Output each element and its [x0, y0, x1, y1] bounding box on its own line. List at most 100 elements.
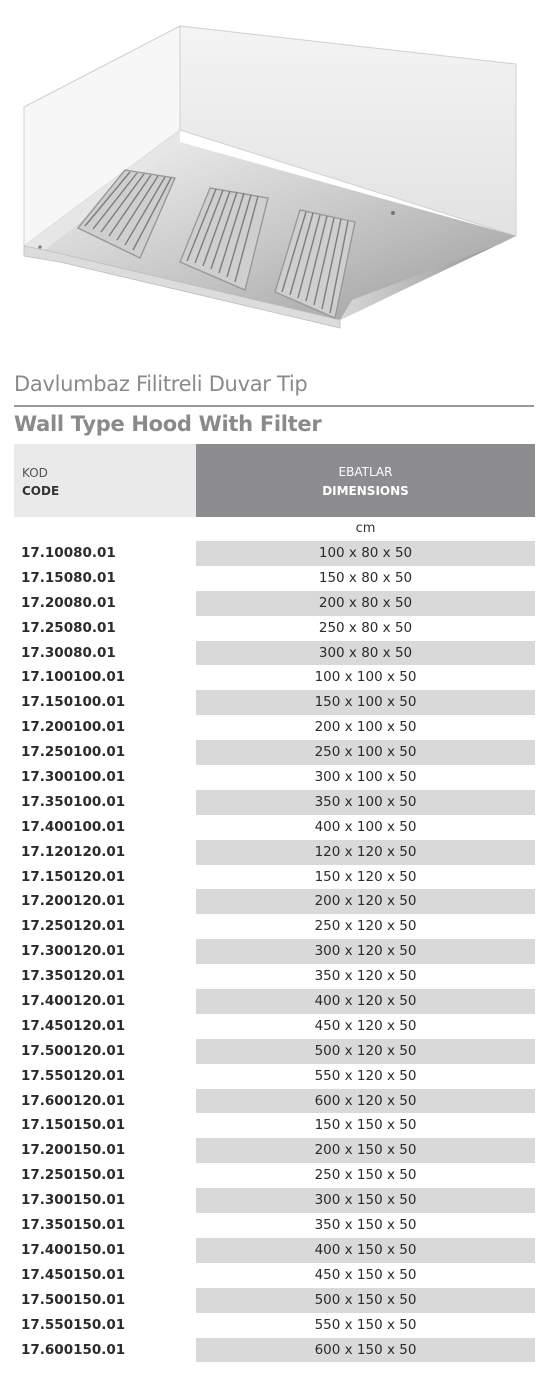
table-row: 17.300120.01 300 x 120 x 50 — [14, 939, 535, 965]
product-code: 17.250150.01 — [21, 1167, 126, 1184]
table-header: KOD CODE EBATLAR DIMENSIONS — [14, 444, 535, 517]
product-code: 17.500150.01 — [21, 1291, 126, 1308]
table-row: 17.250100.01 250 x 100 x 50 — [14, 740, 535, 766]
product-dimensions: 250 x 80 x 50 — [318, 619, 413, 636]
table-row: 17.15080.01 150 x 80 x 50 — [14, 566, 535, 591]
product-dimensions: 150 x 120 x 50 — [314, 868, 417, 885]
unit-label: cm — [355, 521, 376, 536]
product-dimensions: 120 x 120 x 50 — [196, 839, 535, 865]
product-code: 17.350100.01 — [21, 793, 126, 810]
product-code: 17.10080.01 — [21, 545, 116, 561]
product-code: 17.150120.01 — [21, 868, 126, 885]
product-dimensions: 200 x 100 x 50 — [314, 719, 417, 736]
product-dimensions: 350 x 100 x 50 — [196, 789, 535, 815]
product-code: 17.500120.01 — [21, 1042, 126, 1059]
product-code: 17.200120.01 — [21, 893, 126, 910]
product-code: 17.600120.01 — [21, 1092, 126, 1109]
product-dimensions: 600 x 120 x 50 — [196, 1088, 535, 1114]
product-dimensions: 300 x 80 x 50 — [196, 640, 535, 666]
product-dimensions: 600 x 150 x 50 — [196, 1337, 535, 1363]
table-row: 17.350150.01 350 x 150 x 50 — [14, 1213, 535, 1238]
table-row: 17.550150.01 550 x 150 x 50 — [14, 1313, 535, 1338]
hood-product-image — [23, 25, 517, 329]
header-dimensions-cell: EBATLAR DIMENSIONS — [196, 444, 535, 517]
table-row: 17.600120.01 600 x 120 x 50 — [14, 1088, 535, 1114]
product-code: 17.300150.01 — [21, 1192, 126, 1209]
product-dimensions: 100 x 80 x 50 — [196, 541, 535, 566]
table-row: 17.120120.01 120 x 120 x 50 — [14, 839, 535, 865]
table-row: 17.450120.01 450 x 120 x 50 — [14, 1014, 535, 1039]
product-dimensions: 150 x 80 x 50 — [318, 569, 413, 586]
product-dimensions: 500 x 150 x 50 — [196, 1287, 535, 1313]
product-code: 17.120120.01 — [21, 843, 126, 860]
product-dimensions: 150 x 150 x 50 — [314, 1117, 417, 1134]
product-dimensions: 300 x 150 x 50 — [196, 1188, 535, 1214]
table-row: 17.250150.01 250 x 150 x 50 — [14, 1163, 535, 1188]
product-code: 17.200150.01 — [21, 1142, 126, 1159]
table-row: 17.150120.01 150 x 120 x 50 — [14, 865, 535, 890]
header-code-en: CODE — [22, 484, 60, 498]
product-dimensions: 400 x 100 x 50 — [314, 818, 417, 835]
product-code: 17.100100.01 — [21, 669, 126, 686]
product-dimensions: 500 x 120 x 50 — [196, 1038, 535, 1064]
title-english: Wall Type Hood With Filter — [14, 412, 322, 436]
product-dimensions: 450 x 150 x 50 — [314, 1266, 417, 1283]
title-turkish: Davlumbaz Filitreli Duvar Tip — [14, 372, 308, 396]
table-row: 17.500150.01 500 x 150 x 50 — [14, 1287, 535, 1313]
product-dimensions: 250 x 100 x 50 — [196, 740, 535, 766]
product-code: 17.200100.01 — [21, 719, 126, 736]
table-row: 17.100100.01 100 x 100 x 50 — [14, 665, 535, 690]
product-code: 17.350120.01 — [21, 968, 126, 985]
table-row: 17.200150.01 200 x 150 x 50 — [14, 1138, 535, 1164]
product-code: 17.250120.01 — [21, 918, 126, 935]
product-code: 17.150150.01 — [21, 1117, 126, 1134]
product-dimensions: 200 x 80 x 50 — [196, 590, 535, 616]
table-row: 17.500120.01 500 x 120 x 50 — [14, 1038, 535, 1064]
header-code-tr: KOD — [22, 466, 48, 480]
product-dimensions: 300 x 120 x 50 — [196, 939, 535, 965]
table-row: 17.350100.01 350 x 100 x 50 — [14, 789, 535, 815]
table-row: 17.30080.01 300 x 80 x 50 — [14, 640, 535, 666]
product-code: 17.150100.01 — [21, 694, 126, 711]
product-dimensions: 350 x 150 x 50 — [314, 1217, 417, 1234]
product-code: 17.25080.01 — [21, 619, 116, 636]
product-code: 17.400150.01 — [21, 1241, 126, 1258]
table-row: 17.200100.01 200 x 100 x 50 — [14, 715, 535, 740]
product-dimensions: 100 x 100 x 50 — [314, 669, 417, 686]
product-code: 17.250100.01 — [21, 744, 126, 761]
product-dimensions: 550 x 150 x 50 — [314, 1316, 417, 1333]
table-row: 17.550120.01 550 x 120 x 50 — [14, 1064, 535, 1089]
product-dimensions: 200 x 150 x 50 — [196, 1138, 535, 1164]
product-code: 17.300100.01 — [21, 769, 126, 786]
table-row: 17.10080.01 100 x 80 x 50 — [14, 541, 535, 566]
table-row: 17.150150.01 150 x 150 x 50 — [14, 1113, 535, 1138]
product-dimensions: 250 x 120 x 50 — [314, 918, 417, 935]
product-code: 17.550150.01 — [21, 1316, 126, 1333]
header-dimensions-en: DIMENSIONS — [322, 484, 409, 498]
table-row: 17.200120.01 200 x 120 x 50 — [14, 889, 535, 915]
table-row: 17.600150.01 600 x 150 x 50 — [14, 1337, 535, 1363]
dimensions-table: KOD CODE EBATLAR DIMENSIONS cm 17.10080.… — [14, 444, 535, 1363]
product-dimensions: 350 x 120 x 50 — [314, 968, 417, 985]
product-dimensions: 400 x 120 x 50 — [196, 989, 535, 1014]
product-dimensions: 400 x 150 x 50 — [196, 1237, 535, 1263]
unit-row: cm — [14, 517, 535, 541]
header-code-cell: KOD CODE — [14, 444, 196, 517]
product-code: 17.450150.01 — [21, 1266, 126, 1283]
table-row: 17.150100.01 150 x 100 x 50 — [14, 690, 535, 716]
product-dimensions: 300 x 100 x 50 — [314, 769, 417, 786]
product-code: 17.30080.01 — [21, 644, 116, 661]
table-row: 17.450150.01 450 x 150 x 50 — [14, 1263, 535, 1288]
table-row: 17.250120.01 250 x 120 x 50 — [14, 914, 535, 939]
product-code: 17.300120.01 — [21, 943, 126, 960]
product-dimensions: 200 x 120 x 50 — [196, 889, 535, 915]
table-row: 17.350120.01 350 x 120 x 50 — [14, 964, 535, 989]
title-divider — [14, 405, 534, 407]
table-row: 17.400100.01 400 x 100 x 50 — [14, 815, 535, 840]
product-dimensions: 550 x 120 x 50 — [314, 1067, 417, 1084]
product-dimensions: 250 x 150 x 50 — [314, 1167, 417, 1184]
table-row: 17.400120.01 400 x 120 x 50 — [14, 989, 535, 1014]
product-dimensions: 150 x 100 x 50 — [196, 690, 535, 716]
product-code: 17.600150.01 — [21, 1341, 126, 1358]
product-code: 17.400100.01 — [21, 818, 126, 835]
